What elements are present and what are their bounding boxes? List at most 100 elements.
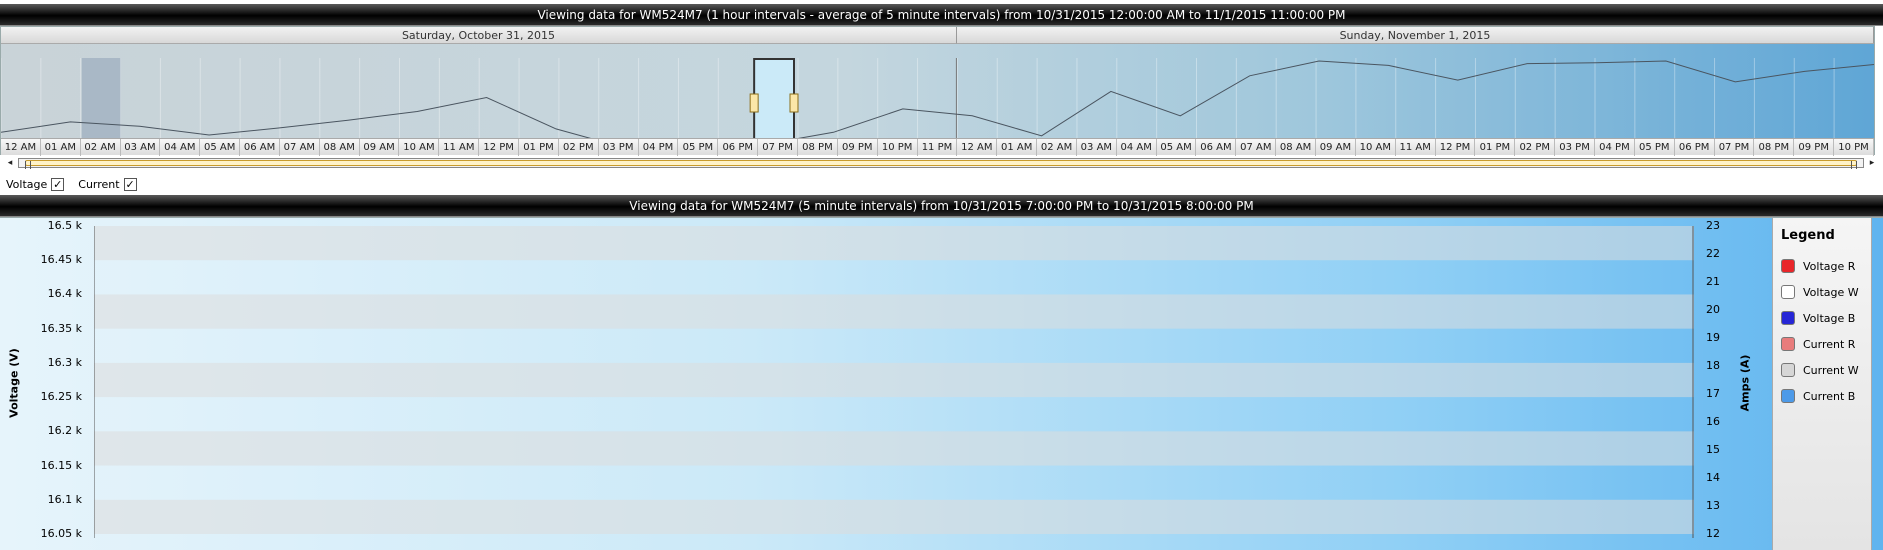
- y-axis-right-label: Amps (A): [1738, 354, 1752, 412]
- current-toggle-label: Current: [78, 177, 120, 191]
- legend-swatch: [1781, 259, 1795, 273]
- legend-label: Voltage R: [1803, 259, 1856, 273]
- hour-label: 01 AM: [41, 139, 81, 156]
- y-left-tick-label: 16.25 k: [40, 390, 82, 404]
- legend-item[interactable]: Current R: [1781, 331, 1863, 357]
- hour-label: 09 PM: [1794, 139, 1835, 156]
- hour-label: 12 PM: [1436, 139, 1476, 156]
- detail-plot-area[interactable]: [94, 226, 1694, 538]
- hour-label: 04 PM: [639, 139, 679, 156]
- plot-band: [94, 294, 1694, 329]
- legend-swatch: [1781, 311, 1795, 325]
- legend-item[interactable]: Voltage W: [1781, 279, 1863, 305]
- hour-label: 07 PM: [1715, 139, 1755, 156]
- hour-label: 08 PM: [1754, 139, 1795, 156]
- plot-band: [94, 431, 1694, 466]
- legend-item[interactable]: Current W: [1781, 357, 1863, 383]
- scrollbar-track[interactable]: [18, 158, 1864, 169]
- hour-label: 11 AM: [1396, 139, 1436, 156]
- hour-label: 05 AM: [200, 139, 241, 156]
- hour-label: 06 PM: [718, 139, 759, 156]
- hour-label: 12 AM: [1, 139, 41, 156]
- legend-swatch: [1781, 337, 1795, 351]
- hour-label: 04 AM: [160, 139, 201, 156]
- legend-label: Current B: [1803, 389, 1856, 403]
- detail-chart: Voltage (V) 16.5 k 16.45 k 16.4 k 16.35 k 16…: [0, 217, 1883, 550]
- voltage-checkbox[interactable]: ✓: [51, 177, 65, 191]
- legend-label: Current R: [1803, 337, 1856, 351]
- current-toggle[interactable]: Current ✓: [78, 177, 137, 191]
- hour-label: 10 PM: [878, 139, 918, 156]
- range-scrollbar[interactable]: ◂ ▸: [4, 157, 1878, 169]
- selection-window[interactable]: [753, 58, 796, 151]
- day-header-saturday: Saturday, October 31, 2015: [1, 27, 957, 44]
- day-header-sunday: Sunday, November 1, 2015: [957, 27, 1874, 44]
- legend-title: Legend: [1781, 228, 1835, 243]
- y-left-tick-label: 16.35 k: [40, 321, 82, 335]
- hour-label: 08 AM: [320, 139, 360, 156]
- scroll-left-icon[interactable]: ◂: [4, 157, 16, 169]
- hour-axis: 12 AM 01 AM 02 AM 03 AM 04 AM 05 AM 06 AM 07 AM…: [1, 138, 1874, 156]
- hour-label: 06 AM: [1197, 139, 1237, 156]
- y-right-tick-label: 14: [1706, 471, 1720, 484]
- scrollbar-right-grip[interactable]: [1851, 161, 1857, 169]
- y-right-tick-label: 21: [1706, 275, 1720, 288]
- legend-label: Voltage B: [1803, 311, 1856, 325]
- hour-label: 04 AM: [1117, 139, 1157, 156]
- y-right-tick-label: 23: [1706, 219, 1720, 232]
- legend-label: Current W: [1803, 363, 1859, 377]
- overview-series-line: [1, 60, 1874, 149]
- plot-band: [94, 362, 1694, 398]
- hour-label: 05 AM: [1157, 139, 1197, 156]
- legend-item[interactable]: Current B: [1781, 383, 1863, 409]
- legend-swatch: [1781, 363, 1795, 377]
- legend-label: Voltage W: [1803, 285, 1859, 299]
- y-left-tick-label: 16.1 k: [47, 492, 82, 506]
- hour-label: 11 AM: [439, 139, 480, 156]
- y-right-tick-label: 20: [1706, 303, 1720, 316]
- voltage-toggle-label: Voltage: [6, 177, 48, 191]
- detail-title: Viewing data for WM524M7 (5 minute inter…: [0, 195, 1883, 217]
- hour-label: 12 PM: [479, 139, 520, 156]
- scroll-right-icon[interactable]: ▸: [1866, 157, 1878, 169]
- hour-label: 01 AM: [997, 139, 1038, 156]
- legend-panel: Legend Voltage R Voltage W Voltage B Curren…: [1772, 218, 1872, 550]
- hour-label: 07 AM: [280, 139, 320, 156]
- legend-swatch: [1781, 389, 1795, 403]
- current-checkbox[interactable]: ✓: [123, 177, 137, 191]
- hour-label: 06 AM: [240, 139, 280, 156]
- hour-label: 02 PM: [1515, 139, 1556, 156]
- selection-left-handle[interactable]: [749, 93, 759, 113]
- hour-label: 04 PM: [1595, 139, 1635, 156]
- hour-label: 08 PM: [798, 139, 838, 156]
- hour-label: 08 AM: [1276, 139, 1317, 156]
- hour-label: 03 PM: [1555, 139, 1595, 156]
- scrollbar-thumb[interactable]: [25, 160, 1857, 169]
- hour-label: 09 AM: [1316, 139, 1356, 156]
- hour-label: 01 PM: [519, 139, 559, 156]
- legend-item[interactable]: Voltage R: [1781, 253, 1863, 279]
- y-right-tick-label: 16: [1706, 415, 1720, 428]
- hour-label: 11 PM: [918, 139, 958, 156]
- voltage-toggle[interactable]: Voltage ✓: [6, 177, 65, 191]
- overview-navigator[interactable]: Saturday, October 31, 2015 Sunday, Novem…: [0, 26, 1875, 156]
- overview-title: Viewing data for WM524M7 (1 hour interva…: [0, 4, 1883, 26]
- hour-label: 01 PM: [1475, 139, 1516, 156]
- y-left-tick-label: 16.3 k: [47, 355, 82, 369]
- hour-label: 06 PM: [1675, 139, 1715, 156]
- legend-item[interactable]: Voltage B: [1781, 305, 1863, 331]
- hour-label: 10 AM: [400, 139, 440, 156]
- y-left-tick-label: 16.5 k: [47, 219, 82, 232]
- selection-right-handle[interactable]: [789, 93, 799, 113]
- hour-label: 05 PM: [1635, 139, 1675, 156]
- y-left-tick-label: 16.45 k: [40, 253, 82, 267]
- legend-swatch: [1781, 285, 1795, 299]
- scrollbar-left-grip[interactable]: [25, 161, 31, 169]
- y-right-tick-label: 13: [1706, 499, 1720, 512]
- y-right-tick-label: 19: [1706, 331, 1720, 344]
- hour-label: 07 PM: [758, 139, 798, 156]
- hour-label: 09 PM: [838, 139, 878, 156]
- hour-label: 07 AM: [1236, 139, 1277, 156]
- hour-label: 02 AM: [1037, 139, 1077, 156]
- hour-label: 02 PM: [559, 139, 599, 156]
